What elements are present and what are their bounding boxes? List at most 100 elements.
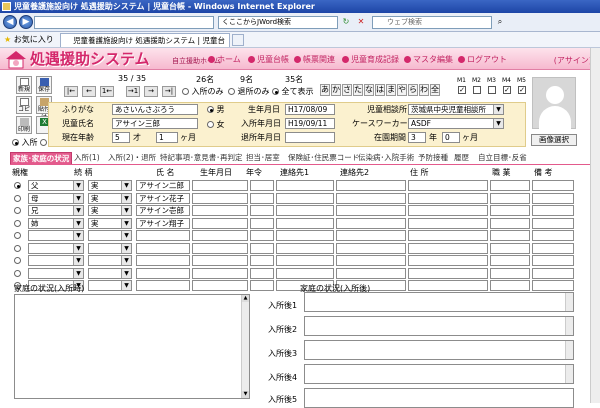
kana-ka-button[interactable]: か — [331, 84, 341, 96]
kana-ta-button[interactable]: た — [353, 84, 363, 96]
cell-name[interactable]: アサイン二郎 — [136, 180, 190, 191]
age-years-field[interactable]: 5 — [112, 132, 130, 143]
kana-all-button[interactable]: 全 — [430, 84, 440, 96]
after2-textarea[interactable] — [304, 316, 574, 336]
table-cell[interactable] — [490, 205, 530, 216]
table-cell[interactable] — [250, 180, 274, 191]
custody-radio[interactable] — [14, 232, 21, 239]
sex-female-radio[interactable]: 女 — [207, 119, 225, 130]
table-cell[interactable] — [408, 267, 488, 279]
table-cell[interactable] — [490, 217, 530, 229]
cell-relation[interactable]: 兄 — [28, 205, 84, 216]
table-cell[interactable] — [408, 180, 488, 191]
custody-radio[interactable] — [14, 207, 21, 214]
table-cell[interactable] — [250, 217, 274, 229]
period-years-field[interactable]: 3 — [408, 132, 426, 143]
prev-button[interactable]: 1← — [100, 86, 114, 97]
table-cell[interactable] — [532, 242, 574, 254]
cell-type[interactable] — [88, 255, 132, 266]
stop-icon[interactable]: ✕ — [355, 16, 367, 28]
table-cell[interactable] — [276, 267, 334, 279]
table-cell[interactable] — [408, 280, 488, 291]
guidance-center-select[interactable]: 茨城県中央児童相談所 — [408, 104, 504, 115]
family-status-admission-textarea[interactable]: ▲ ▼ — [14, 294, 250, 399]
custody-radio[interactable] — [14, 269, 21, 277]
table-cell[interactable] — [192, 242, 248, 254]
table-cell[interactable] — [276, 192, 334, 204]
cell-name[interactable] — [136, 230, 190, 241]
user-link[interactable]: (アサイン) — [554, 55, 592, 66]
cell-name[interactable] — [136, 280, 190, 291]
cell-type[interactable] — [88, 280, 132, 291]
filter-all-radio[interactable]: 全て表示 — [272, 87, 314, 97]
table-cell[interactable] — [336, 180, 406, 191]
last-record-button[interactable]: →| — [162, 86, 176, 97]
table-cell[interactable] — [276, 205, 334, 216]
forward-icon[interactable]: ▶ — [19, 15, 33, 29]
table-cell[interactable] — [490, 280, 530, 291]
filter-left-radio[interactable]: 退所のみ — [228, 87, 270, 97]
cell-name[interactable]: アサイン翔子 — [136, 217, 190, 229]
textarea-scrollbar[interactable] — [565, 317, 573, 335]
table-cell[interactable] — [532, 180, 574, 191]
kana-ra-button[interactable]: ら — [408, 84, 418, 96]
table-cell[interactable] — [250, 255, 274, 266]
table-cell[interactable] — [250, 205, 274, 216]
sex-male-radio[interactable]: 男 — [207, 104, 225, 115]
table-cell[interactable] — [336, 205, 406, 216]
kana-ya-button[interactable]: や — [397, 84, 407, 96]
browser-tab[interactable]: 児童養護施設向け 処遇援助システム | 児童台帳 — [60, 33, 230, 58]
m1-checkbox[interactable]: ✓ — [458, 86, 466, 94]
table-cell[interactable] — [250, 230, 274, 241]
table-cell[interactable] — [276, 230, 334, 241]
period-months-field[interactable]: 0 — [442, 132, 460, 143]
table-cell[interactable] — [408, 205, 488, 216]
table-cell[interactable] — [408, 192, 488, 204]
first-record-button[interactable]: |← — [64, 86, 78, 97]
new-button[interactable]: 新規 — [16, 76, 32, 94]
m4-checkbox[interactable]: ✓ — [503, 86, 511, 94]
table-cell[interactable] — [192, 205, 248, 216]
cell-relation[interactable] — [28, 255, 84, 266]
after5-textarea[interactable] — [304, 388, 574, 408]
table-cell[interactable] — [408, 230, 488, 241]
age-months-field[interactable]: 1 — [156, 132, 178, 143]
table-cell[interactable] — [532, 255, 574, 266]
menu-child-ledger[interactable]: 児童台帳 — [248, 55, 289, 65]
filter-admitted-radio[interactable]: 入所のみ — [182, 87, 224, 97]
menu-home[interactable]: ホーム — [208, 55, 241, 65]
cell-type[interactable]: 実 — [88, 192, 132, 204]
prev-10-button[interactable]: ← — [82, 86, 96, 97]
kana-ma-button[interactable]: ま — [386, 84, 396, 96]
custody-radio[interactable] — [14, 194, 21, 202]
table-cell[interactable] — [250, 242, 274, 254]
refresh-icon[interactable]: ↻ — [340, 16, 352, 28]
table-cell[interactable] — [192, 267, 248, 279]
search-icon[interactable]: ⌕ — [494, 16, 506, 28]
table-cell[interactable] — [532, 205, 574, 216]
table-cell[interactable] — [532, 217, 574, 229]
table-cell[interactable] — [336, 255, 406, 266]
menu-master-edit[interactable]: マスタ編集 — [404, 55, 453, 65]
table-cell[interactable] — [336, 230, 406, 241]
table-cell[interactable] — [490, 180, 530, 191]
table-cell[interactable] — [490, 267, 530, 279]
table-cell[interactable] — [336, 267, 406, 279]
table-cell[interactable] — [532, 267, 574, 279]
caseworker-select[interactable]: ASDF — [408, 118, 504, 129]
textarea-scrollbar[interactable] — [565, 341, 573, 359]
next-10-button[interactable]: → — [144, 86, 158, 97]
save-button[interactable]: 保存 — [36, 76, 52, 94]
cell-relation[interactable] — [28, 267, 84, 279]
menu-growth-record[interactable]: 児童育成記録 — [342, 55, 399, 65]
kana-ha-button[interactable]: は — [375, 84, 385, 96]
cell-type[interactable] — [88, 230, 132, 241]
table-cell[interactable] — [490, 242, 530, 254]
cell-name[interactable] — [136, 242, 190, 254]
custody-radio[interactable] — [14, 182, 21, 189]
cell-relation[interactable] — [28, 242, 84, 254]
table-cell[interactable] — [276, 180, 334, 191]
cell-type[interactable]: 実 — [88, 205, 132, 216]
table-cell[interactable] — [336, 217, 406, 229]
textarea-scrollbar[interactable]: ▲ ▼ — [241, 295, 249, 398]
